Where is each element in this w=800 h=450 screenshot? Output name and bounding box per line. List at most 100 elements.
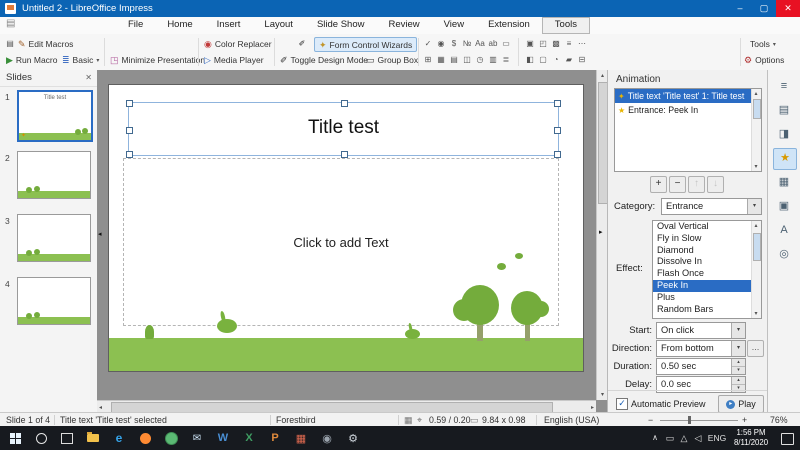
more-control-icon[interactable]: ◧: [524, 53, 536, 66]
scroll-right-arrow[interactable]: ▸: [591, 404, 594, 411]
selection-handle[interactable]: [126, 151, 133, 158]
effect-option[interactable]: Dissolve In: [653, 256, 752, 268]
menu-tools[interactable]: Tools: [541, 17, 590, 34]
color-replacer-button[interactable]: ◉ Color Replacer: [204, 37, 272, 51]
menu-review[interactable]: Review: [376, 17, 431, 34]
form-control-icon[interactable]: ◷: [474, 53, 486, 66]
task-view-button[interactable]: [54, 426, 80, 450]
styles-icon[interactable]: A: [773, 220, 795, 240]
gimp-button[interactable]: ◉: [314, 426, 340, 450]
form-control-icon[interactable]: ▥: [487, 53, 499, 66]
more-control-icon[interactable]: ▣: [524, 37, 536, 50]
action-center-icon[interactable]: [781, 433, 794, 445]
tools-menu-button[interactable]: Tools ▾: [750, 37, 776, 51]
form-control-icon[interactable]: ▭: [500, 37, 512, 50]
clock[interactable]: 1:56 PM 8/11/2020: [726, 428, 776, 448]
effect-option[interactable]: Diamond: [653, 245, 752, 257]
menu-slide-show[interactable]: Slide Show: [305, 17, 377, 34]
form-control-icon[interactable]: Aa: [474, 37, 486, 50]
impress-taskbar-button[interactable]: ▦: [288, 426, 314, 450]
form-control-icon[interactable]: ▦: [435, 53, 447, 66]
close-button[interactable]: ✕: [776, 0, 800, 17]
direction-dropdown[interactable]: From bottom ▾: [656, 340, 746, 357]
more-control-icon[interactable]: ▩: [550, 37, 562, 50]
title-text-frame[interactable]: Title test: [126, 100, 561, 158]
settings-taskbar-button[interactable]: ⚙: [340, 426, 366, 450]
form-control-icon[interactable]: $: [448, 37, 460, 50]
selection-handle[interactable]: [341, 151, 348, 158]
options-button[interactable]: ⚙ Options: [744, 53, 784, 67]
gallery-icon[interactable]: ▣: [773, 196, 795, 216]
form-control-icon[interactable]: ab: [487, 37, 499, 50]
slide-transition-icon[interactable]: ◨: [773, 124, 795, 144]
scroll-up-arrow[interactable]: ▴: [752, 90, 760, 97]
more-control-icon[interactable]: ▰: [563, 53, 575, 66]
slide-thumbnail-1[interactable]: Title test ✦: [17, 90, 93, 142]
play-button[interactable]: ▸ Play: [718, 395, 764, 413]
scrollbar-thumb[interactable]: [753, 233, 761, 261]
form-control-icon[interactable]: ▤: [448, 53, 460, 66]
file-explorer-button[interactable]: [80, 426, 106, 450]
macro-doc-icon[interactable]: ▤: [4, 37, 16, 50]
slide-thumbnail-2[interactable]: [17, 151, 91, 199]
duration-spinner[interactable]: 0.50 sec ▴ ▾: [656, 358, 746, 375]
chrome-button[interactable]: [158, 426, 184, 450]
more-control-icon[interactable]: ◰: [537, 37, 549, 50]
language-status[interactable]: English (USA): [544, 413, 599, 427]
menubar-doc-icon[interactable]: ▤: [6, 18, 15, 29]
animation-tab-icon[interactable]: ★: [773, 148, 797, 170]
master-slides-icon[interactable]: ▦: [773, 172, 795, 192]
category-dropdown[interactable]: Entrance ▾: [661, 198, 762, 215]
firefox-button[interactable]: [132, 426, 158, 450]
selection-handle[interactable]: [126, 100, 133, 107]
slides-panel-close-icon[interactable]: ✕: [85, 70, 92, 86]
start-dropdown[interactable]: On click ▾: [656, 322, 746, 339]
selection-handle[interactable]: [126, 127, 133, 134]
volume-icon[interactable]: ◁: [692, 426, 704, 450]
edge-button[interactable]: e: [106, 426, 132, 450]
effect-option[interactable]: Random Bars: [653, 304, 752, 316]
remove-effect-button[interactable]: −: [669, 176, 686, 193]
scroll-down-arrow[interactable]: ▾: [752, 310, 760, 317]
move-down-button[interactable]: ↓: [707, 176, 724, 193]
network-icon[interactable]: △: [678, 426, 690, 450]
form-control-icon[interactable]: ◫: [461, 53, 473, 66]
slide-thumbnail-4[interactable]: [17, 277, 91, 325]
toggle-design-mode-button[interactable]: ✐ Toggle Design Mode: [280, 53, 368, 67]
effect-list[interactable]: Oval Vertical Fly in Slow Diamond Dissol…: [652, 220, 762, 319]
selection-handle[interactable]: [554, 100, 561, 107]
selection-handle[interactable]: [554, 151, 561, 158]
run-macro-button[interactable]: ▶ Run Macro: [6, 53, 58, 67]
panel-splitter-right[interactable]: ▸: [599, 228, 603, 238]
chevron-down-icon[interactable]: ▾: [731, 341, 745, 356]
menu-layout[interactable]: Layout: [252, 17, 305, 34]
effect-list-scrollbar[interactable]: ▴ ▾: [751, 221, 761, 318]
effect-option[interactable]: Plus: [653, 292, 752, 304]
form-control-icon[interactable]: ✓: [422, 37, 434, 50]
design-pen-icon[interactable]: ✐: [296, 37, 308, 50]
spin-up-icon[interactable]: ▴: [732, 359, 745, 367]
scrollbar-thumb[interactable]: [753, 99, 761, 119]
excel-button[interactable]: X: [236, 426, 262, 450]
form-control-icon[interactable]: ◉: [435, 37, 447, 50]
automatic-preview-checkbox[interactable]: ✓: [616, 398, 628, 410]
sidebar-settings-icon[interactable]: ≡: [773, 76, 795, 96]
panel-splitter-left[interactable]: ◂: [98, 230, 102, 240]
zoom-out-button[interactable]: −: [648, 413, 653, 427]
navigator-icon[interactable]: ◎: [773, 244, 795, 264]
zoom-slider-track[interactable]: [660, 420, 738, 421]
animation-list[interactable]: ✦ Title text 'Title test' 1: Title test …: [614, 88, 762, 172]
spin-up-icon[interactable]: ▴: [732, 377, 745, 385]
start-button[interactable]: [2, 426, 28, 450]
animation-list-item[interactable]: ✦ Title text 'Title test' 1: Title test: [615, 89, 752, 103]
move-up-button[interactable]: ↑: [688, 176, 705, 193]
animation-list-scrollbar[interactable]: ▴ ▾: [751, 89, 761, 171]
spin-down-icon[interactable]: ▾: [732, 367, 745, 374]
form-control-wizards-button[interactable]: ✦ Form Control Wizards: [314, 37, 418, 52]
effect-option-selected[interactable]: Peek In: [653, 279, 752, 292]
menu-view[interactable]: View: [432, 17, 476, 34]
scroll-left-arrow[interactable]: ◂: [99, 404, 102, 411]
word-button[interactable]: W: [210, 426, 236, 450]
media-player-button[interactable]: ▷ Media Player: [204, 53, 264, 67]
menu-extension[interactable]: Extension: [476, 17, 542, 34]
